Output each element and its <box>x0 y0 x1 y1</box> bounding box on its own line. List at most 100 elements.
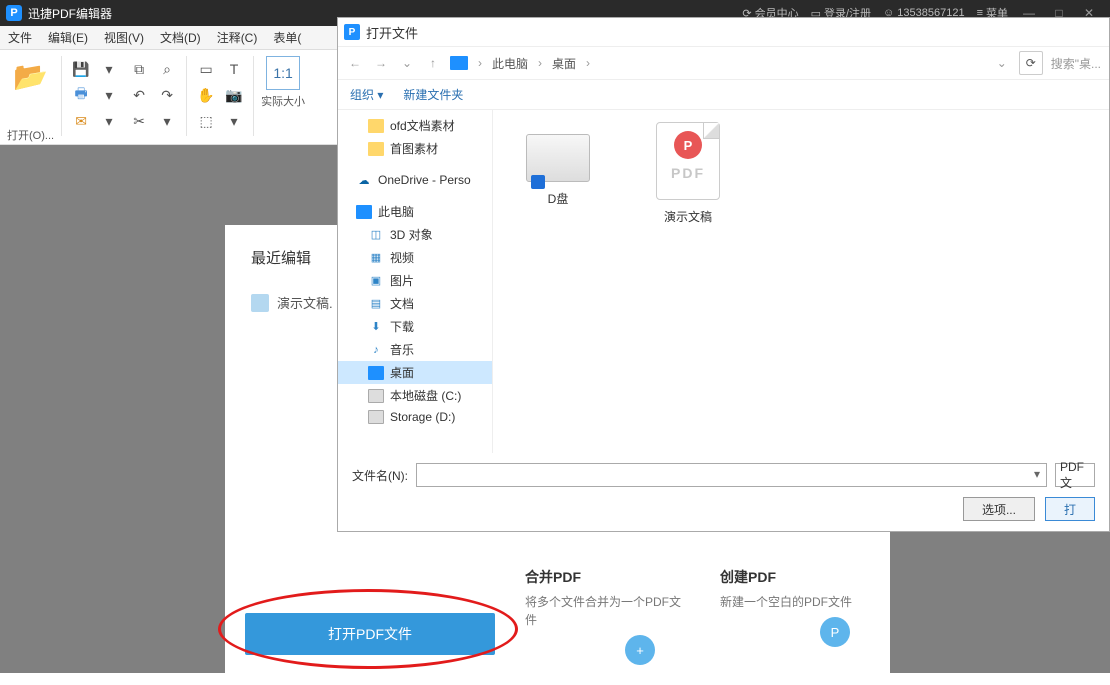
page-corner-icon <box>703 123 719 139</box>
chevron-right-icon: › <box>586 56 590 70</box>
nav-recent-icon[interactable]: ⌄ <box>398 56 416 70</box>
create-title: 创建PDF <box>720 567 885 587</box>
nav-up-icon[interactable]: ↑ <box>424 56 442 70</box>
dialog-toolbar: 组织 ▾ 新建文件夹 <box>338 80 1109 110</box>
open-pdf-button[interactable]: 打开PDF文件 <box>245 613 495 655</box>
app-icon: P <box>6 5 22 21</box>
folder-open-icon: 📂 <box>11 56 51 96</box>
tree-onedrive[interactable]: ☁OneDrive - Perso <box>338 170 492 190</box>
tree-3d[interactable]: ◫3D 对象 <box>338 223 492 246</box>
merge-desc: 将多个文件合并为一个PDF文件 <box>525 593 690 629</box>
menu-form[interactable]: 表单( <box>265 29 309 46</box>
cut-icon[interactable]: ✂ <box>127 110 151 132</box>
filetype-filter[interactable]: PDF 文 <box>1055 463 1095 487</box>
documents-icon: ▤ <box>368 297 384 311</box>
tree-music[interactable]: ♪音乐 <box>338 338 492 361</box>
options-button[interactable]: 选项... <box>963 497 1035 521</box>
merge-btn-icon[interactable]: + <box>625 635 655 665</box>
separator <box>61 56 62 136</box>
pdf-file-icon: P PDF <box>656 122 720 200</box>
create-btn-icon[interactable]: P <box>820 617 850 647</box>
crumb-desktop[interactable]: 桌面 <box>552 55 576 72</box>
tree-cdrive[interactable]: 本地磁盘 (C:) <box>338 384 492 407</box>
zoom-11-icon: 1:1 <box>266 56 300 90</box>
snapshot-icon[interactable]: 📷 <box>222 84 246 106</box>
filename-label: 文件名(N): <box>352 467 408 484</box>
open-tool[interactable]: 📂 打开(O)... <box>7 56 54 143</box>
onedrive-icon: ☁ <box>356 173 372 187</box>
menu-view[interactable]: 视图(V) <box>96 29 152 46</box>
action-cards: 合并PDF 将多个文件合并为一个PDF文件 + 创建PDF 新建一个空白的PDF… <box>525 567 885 665</box>
file-list[interactable]: D盘 P PDF 演示文稿 <box>493 110 1109 453</box>
recent-file-name: 演示文稿. <box>277 293 333 312</box>
zoom-label: 实际大小 <box>261 93 305 109</box>
tree-doc[interactable]: ▤文档 <box>338 292 492 315</box>
crumb-dropdown-icon[interactable]: ⌄ <box>993 56 1011 70</box>
folder-icon <box>368 119 384 133</box>
pdf-badge-icon: P <box>674 131 702 159</box>
text-icon[interactable]: T <box>222 58 246 80</box>
zoom-tool[interactable]: 1:1 实际大小 <box>261 56 305 109</box>
create-card[interactable]: 创建PDF 新建一个空白的PDF文件 P <box>720 567 885 665</box>
folder-tree: ofd文档素材 首图素材 ☁OneDrive - Perso 此电脑 ◫3D 对… <box>338 110 493 453</box>
crumb-thispc[interactable]: 此电脑 <box>492 55 528 72</box>
tree-download[interactable]: ⬇下载 <box>338 315 492 338</box>
file-item-ddisk[interactable]: D盘 <box>513 122 603 207</box>
print-dd-icon[interactable]: ▾ <box>97 84 121 106</box>
folder-icon <box>368 142 384 156</box>
tool-stack-3: ▭ T ✋ 📷 ⬚ ▾ <box>194 56 246 134</box>
pointer-icon[interactable]: ▭ <box>194 58 218 80</box>
merge-card[interactable]: 合并PDF 将多个文件合并为一个PDF文件 + <box>525 567 690 665</box>
merge-title: 合并PDF <box>525 567 690 587</box>
tree-ddrive[interactable]: Storage (D:) <box>338 407 492 427</box>
tool-stack-2: ⧉ ⌕ ↶ ↷ ✂ ▾ <box>127 56 179 134</box>
pictures-icon: ▣ <box>368 274 384 288</box>
filename-input[interactable] <box>416 463 1047 487</box>
organize-menu[interactable]: 组织 ▾ <box>350 86 383 103</box>
search-input[interactable]: 搜索"桌... <box>1051 55 1101 72</box>
tree-desktop[interactable]: 桌面 <box>338 361 492 384</box>
separator <box>253 56 254 136</box>
music-icon: ♪ <box>368 343 384 357</box>
create-desc: 新建一个空白的PDF文件 <box>720 593 885 611</box>
tree-pic[interactable]: ▣图片 <box>338 269 492 292</box>
clip-icon[interactable]: ▾ <box>155 110 179 132</box>
file-name: D盘 <box>548 190 569 207</box>
print-icon[interactable]: 🖶 <box>69 84 93 106</box>
downloads-icon: ⬇ <box>368 320 384 334</box>
select-icon[interactable]: ⬚ <box>194 110 218 132</box>
tree-video[interactable]: ▦视频 <box>338 246 492 269</box>
separator <box>186 56 187 136</box>
undo-icon[interactable]: ↶ <box>127 84 151 106</box>
scan-icon[interactable]: ⌕ <box>155 58 179 80</box>
mail-icon[interactable]: ✉ <box>69 110 93 132</box>
tree-thispc[interactable]: 此电脑 <box>338 200 492 223</box>
mail-dd-icon[interactable]: ▾ <box>97 110 121 132</box>
dialog-title: 打开文件 <box>366 23 418 42</box>
video-icon: ▦ <box>368 251 384 265</box>
stamp-icon[interactable]: ▾ <box>222 110 246 132</box>
breadcrumb[interactable]: › 此电脑 › 桌面 › <box>450 55 985 72</box>
saveas-icon[interactable]: ▾ <box>97 58 121 80</box>
menu-doc[interactable]: 文档(D) <box>152 29 209 46</box>
new-folder-button[interactable]: 新建文件夹 <box>403 86 463 103</box>
menu-edit[interactable]: 编辑(E) <box>40 29 96 46</box>
menu-file[interactable]: 文件 <box>0 29 40 46</box>
hand-icon[interactable]: ✋ <box>194 84 218 106</box>
tree-ofd[interactable]: ofd文档素材 <box>338 114 492 137</box>
dialog-body: ofd文档素材 首图素材 ☁OneDrive - Perso 此电脑 ◫3D 对… <box>338 110 1109 453</box>
copy-icon[interactable]: ⧉ <box>127 58 151 80</box>
save-icon[interactable]: 💾 <box>69 58 93 80</box>
tool-stack-1: 💾 ▾ 🖶 ▾ ✉ ▾ <box>69 56 121 134</box>
menu-comment[interactable]: 注释(C) <box>209 29 266 46</box>
nav-fwd-icon[interactable]: → <box>372 56 390 70</box>
nav-back-icon[interactable]: ← <box>346 56 364 70</box>
open-confirm-button[interactable]: 打 <box>1045 497 1095 521</box>
chevron-right-icon: › <box>478 56 482 70</box>
file-item-demo-pdf[interactable]: P PDF 演示文稿 <box>643 122 733 225</box>
refresh-button[interactable]: ⟳ <box>1019 51 1043 75</box>
redo-icon[interactable]: ↷ <box>155 84 179 106</box>
drive-shortcut-icon <box>526 134 590 182</box>
app-title: 迅捷PDF编辑器 <box>28 5 112 22</box>
tree-shoutu[interactable]: 首图素材 <box>338 137 492 160</box>
